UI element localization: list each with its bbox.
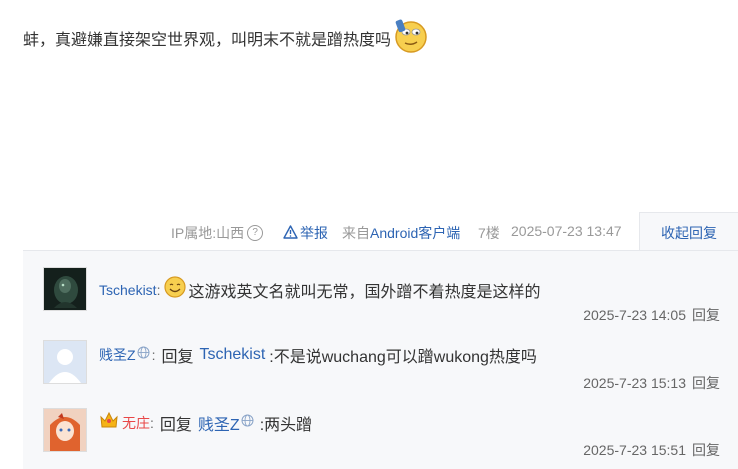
username[interactable]: Tschekist [99, 282, 157, 298]
avatar[interactable] [43, 408, 87, 452]
reply-meta: 2025-7-23 15:51 回复 [583, 440, 720, 460]
smile-emoji-icon [163, 275, 187, 304]
vip-crown-icon [99, 410, 119, 435]
avatar[interactable] [43, 340, 87, 384]
source-prefix: 来自 [342, 225, 370, 241]
reply-word: 回复 [161, 349, 194, 366]
reply-button[interactable]: 回复 [692, 307, 720, 323]
reply-target-user[interactable]: 贱圣Z [198, 411, 240, 435]
reply-text: :不是说wuchang可以蹭wukong热度吗 [269, 349, 537, 366]
post-time: 2025-07-23 13:47 [511, 223, 622, 239]
post-content: 蚌，真避嫌直接架空世界观，叫明末不就是蹭热度吗 [23, 18, 429, 64]
reply-word: 回复 [159, 416, 192, 434]
reply-meta: 2025-7-23 15:13 回复 [583, 373, 720, 393]
sly-face-emoji-icon [393, 18, 429, 64]
reply-text: :两头蹭 [259, 416, 313, 434]
username[interactable]: 贱圣Z [99, 345, 136, 365]
globe-icon [137, 346, 150, 364]
collapse-replies-button[interactable]: 收起回复 [661, 223, 717, 243]
avatar[interactable] [43, 267, 87, 311]
colon: : [150, 414, 154, 431]
reply-button[interactable]: 回复 [692, 442, 720, 458]
reply-meta: 2025-7-23 14:05 回复 [583, 305, 720, 325]
ip-location: IP属地:山西? [171, 223, 264, 243]
reply-time: 2025-7-23 14:05 [583, 307, 686, 323]
reply-line: 贱圣Z : 回复 Tschekist :不是说wuchang可以蹭wukong热… [99, 343, 537, 367]
username[interactable]: 无庄 [122, 413, 150, 433]
warning-icon [283, 225, 298, 239]
collapse-replies-tab: 收起回复 [639, 212, 738, 255]
reply-line: Tschekist: 这游戏英文名就叫无常，国外蹭不着热度是这样的 [99, 275, 540, 304]
client-link[interactable]: Android客户端 [370, 225, 460, 241]
reply-text: 这游戏英文名就叫无常，国外蹭不着热度是这样的 [188, 283, 541, 301]
post-meta-bar: IP属地:山西? 举报 来自Android客户端 7楼 2025-07-23 1… [0, 212, 738, 250]
reply-time: 2025-7-23 15:13 [583, 375, 686, 391]
colon: : [151, 347, 156, 363]
reply-line: 无庄: 回复 贱圣Z :两头蹭 [99, 410, 312, 435]
globe-icon [241, 414, 254, 432]
client-source: 来自Android客户端 [342, 223, 460, 243]
ip-location-text: IP属地:山西 [171, 225, 245, 241]
help-icon[interactable]: ? [247, 225, 264, 242]
reply-button[interactable]: 回复 [692, 375, 720, 391]
reply-list: Tschekist: 这游戏英文名就叫无常，国外蹭不着热度是这样的 2025-7… [23, 250, 738, 469]
report-label: 举报 [300, 225, 328, 241]
post-text: 蚌，真避嫌直接架空世界观，叫明末不就是蹭热度吗 [23, 32, 392, 49]
floor-number: 7楼 [478, 225, 500, 241]
report-button[interactable]: 举报 [283, 223, 328, 243]
colon: : [156, 281, 161, 298]
reply-time: 2025-7-23 15:51 [583, 442, 686, 458]
reply-target-user[interactable]: Tschekist [199, 346, 265, 364]
